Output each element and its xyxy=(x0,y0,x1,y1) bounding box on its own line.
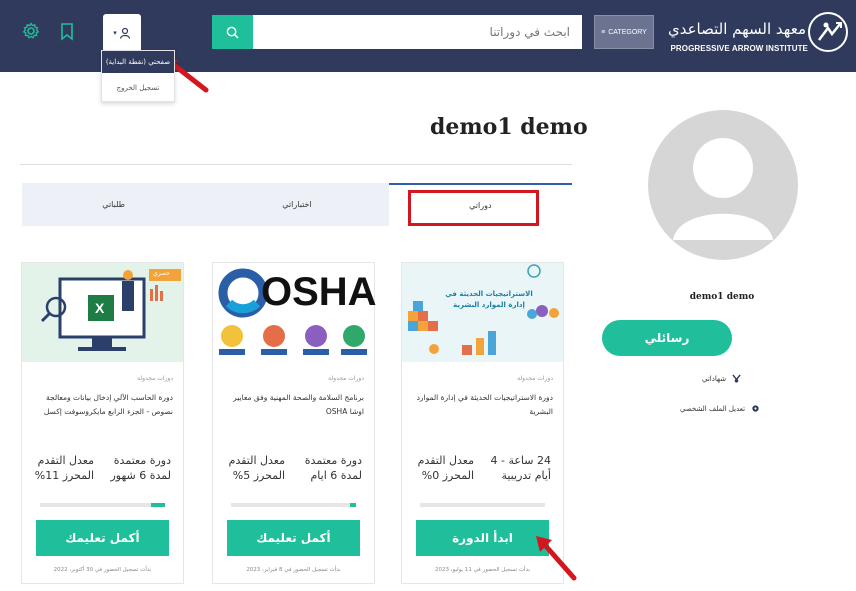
annotation-arrow-icon xyxy=(536,536,577,581)
tab-exams[interactable]: اختباراتي xyxy=(205,183,388,226)
tab-requests-label: طلباتي xyxy=(102,200,126,209)
course-progress-text: معدل التقدم المحرز 11% xyxy=(34,454,94,482)
certificates-link[interactable]: شهاداتي xyxy=(702,374,741,383)
course-meta: 24 ساعة - 4 أيام تدريبية معدل التقدم الم… xyxy=(414,453,551,501)
menu-lines-icon: ≡ xyxy=(601,28,606,36)
progress-bar xyxy=(231,503,356,507)
course-card-osha: OSHA دورات مجدولة برنامج السلامة والصحة … xyxy=(212,262,377,584)
progress-bar xyxy=(420,503,545,507)
enrollment-date: بدأت تسجيل الحضور في 30 أكتوبر، 2022 xyxy=(53,567,152,573)
course-progress-text: معدل التقدم المحرز 0% xyxy=(417,454,474,482)
course-card-excel: X حصري دورات مجدولة دورة الحاسب الآلي إد… xyxy=(21,262,184,584)
course-image-hr-text: الاستراتيجيات الحديثة في إدارة الموارد ا… xyxy=(445,290,533,309)
chevron-down-icon: ▾ xyxy=(113,29,117,37)
course-category: دورات مجدولة xyxy=(517,375,553,382)
course-meta: دورة معتمدة لمدة 6 شهور معدل التقدم المح… xyxy=(34,453,171,501)
exclusive-badge: حصري xyxy=(153,270,170,277)
course-image-excel[interactable]: X حصري xyxy=(22,263,183,362)
progress-fill xyxy=(151,503,165,507)
course-title[interactable]: برنامج السلامة والصحة المهنية وفق معايير… xyxy=(223,391,364,419)
tab-exams-label: اختباراتي xyxy=(282,200,312,209)
tab-requests[interactable]: طلباتي xyxy=(22,183,205,226)
course-image-osha[interactable]: OSHA xyxy=(213,263,377,362)
course-duration: دورة معتمدة لمدة 6 شهور xyxy=(110,454,171,482)
annotation-highlight-box xyxy=(408,190,539,226)
site-logo[interactable]: معهد السهم التصاعدي PROGRESSIVE ARROW IN… xyxy=(668,8,848,64)
certificates-link-label: شهاداتي xyxy=(702,374,727,383)
user-icon xyxy=(119,27,130,39)
course-progress-text: معدل التقدم المحرز 5% xyxy=(228,454,285,482)
search-icon xyxy=(226,26,239,39)
progress-bar xyxy=(40,503,165,507)
header-divider xyxy=(20,164,572,165)
sidebar-user-name: demo1 demo xyxy=(689,292,755,302)
my-page-menu-item[interactable]: صفحتي (نقطة البداية) xyxy=(102,51,174,73)
messages-button[interactable]: رسائلي xyxy=(602,320,732,356)
user-menu-button[interactable]: ▾ xyxy=(103,14,141,52)
course-duration: 24 ساعة - 4 أيام تدريبية xyxy=(490,454,552,482)
course-image-osha-text: OSHA xyxy=(261,270,377,314)
gear-icon xyxy=(752,405,759,412)
enrollment-date: بدأت تسجيل الحضور في 8 فبراير، 2023 xyxy=(246,567,341,573)
medal-icon xyxy=(732,374,741,383)
start-course-button[interactable]: ابدأ الدورة xyxy=(416,520,549,556)
logo-arabic-text: معهد السهم التصاعدي xyxy=(667,20,806,38)
course-category: دورات مجدولة xyxy=(328,375,364,382)
search-bar xyxy=(212,15,582,49)
gear-icon[interactable] xyxy=(22,22,40,40)
continue-learning-button[interactable]: أكمل تعليمك xyxy=(36,520,169,556)
logout-menu-item[interactable]: تسجيل الخروج xyxy=(102,73,174,99)
course-duration: دورة معتمدة لمدة 6 ايام xyxy=(304,454,362,482)
course-meta: دورة معتمدة لمدة 6 ايام معدل التقدم المح… xyxy=(225,453,362,501)
course-title[interactable]: دورة الحاسب الآلي إدخال بيانات ومعالجة ن… xyxy=(32,391,173,419)
course-category: دورات مجدولة xyxy=(137,375,173,382)
continue-learning-button[interactable]: أكمل تعليمك xyxy=(227,520,360,556)
logo-mark-icon xyxy=(808,12,848,52)
search-button[interactable] xyxy=(212,15,253,49)
search-input[interactable] xyxy=(253,15,582,49)
progress-fill xyxy=(349,503,356,507)
logo-english-text: PROGRESSIVE ARROW INSTITUTE xyxy=(670,44,808,53)
course-image-hr[interactable]: الاستراتيجيات الحديثة في إدارة الموارد ا… xyxy=(402,263,563,362)
edit-profile-link-label: تعديل الملف الشخصي xyxy=(680,404,746,413)
course-title[interactable]: دورة الاستراتيجيات الحديثة في إدارة المو… xyxy=(412,391,553,419)
category-button[interactable]: ≡ CATEGORY xyxy=(594,15,654,49)
avatar xyxy=(648,110,798,260)
bookmark-icon[interactable] xyxy=(60,23,74,41)
edit-profile-link[interactable]: تعديل الملف الشخصي xyxy=(680,404,760,413)
svg-text:X: X xyxy=(95,300,105,316)
profile-name-heading: demo1 demo xyxy=(430,114,588,140)
user-dropdown-menu: صفحتي (نقطة البداية) تسجيل الخروج xyxy=(101,50,175,102)
category-label: CATEGORY xyxy=(608,28,647,36)
